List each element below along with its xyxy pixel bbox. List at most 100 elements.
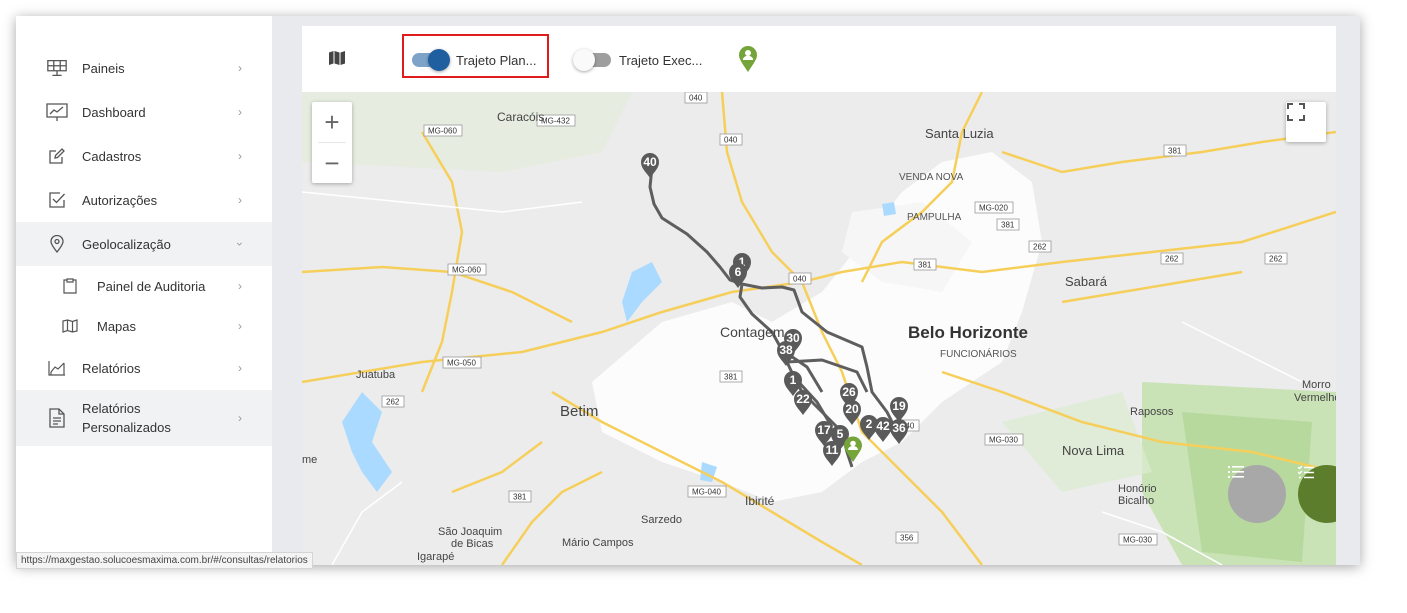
marker-label: 11	[826, 443, 839, 457]
map-label: Mário Campos	[562, 537, 634, 549]
sidebar-item-relatorios-personalizados[interactable]: Relatórios Personalizados ›	[16, 390, 272, 446]
toggle-switch[interactable]	[573, 49, 611, 71]
sidebar-item-autorizacoes[interactable]: Autorizações ›	[16, 178, 272, 222]
map-canvas: MG-060 MG-432 040 040 MG-060 MG-020 381 …	[302, 92, 1336, 565]
marker-label: 2	[866, 417, 873, 431]
report-chart-icon	[46, 357, 68, 379]
map-label: Ibirité	[745, 494, 775, 508]
map-view[interactable]: MG-060 MG-432 040 040 MG-060 MG-020 381 …	[302, 92, 1336, 565]
map-label: Morro	[1302, 379, 1331, 391]
app-window: Paineis › Dashboard › Cadastros › Autori…	[16, 16, 1360, 565]
marker-label: 17	[817, 423, 831, 437]
user-location-icon[interactable]	[738, 45, 758, 78]
map-icon	[62, 315, 78, 337]
map-label: Nova Lima	[1062, 443, 1125, 458]
road-shield: 262	[1269, 255, 1283, 264]
sidebar-item-dashboard[interactable]: Dashboard ›	[16, 90, 272, 134]
road-shield: MG-060	[428, 127, 457, 136]
marker-label: 19	[892, 399, 906, 413]
toggle-label: Trajeto Plan...	[456, 52, 537, 68]
sidebar-item-label: Paineis	[82, 60, 125, 76]
road-shield: 381	[1168, 147, 1182, 156]
toggle-trajeto-planejado[interactable]: Trajeto Plan...	[412, 49, 536, 71]
map-label: Belo Horizonte	[908, 323, 1028, 342]
map-icon[interactable]	[328, 50, 348, 68]
checkbox-icon	[46, 189, 68, 211]
marker-label: 22	[796, 392, 810, 406]
chevron-down-icon: ›	[233, 242, 247, 246]
map-label: Honório	[1118, 483, 1157, 495]
map-label: Sabará	[1065, 274, 1108, 289]
map-label: Betim	[560, 403, 598, 420]
road-shield: 040	[689, 94, 703, 103]
map-label: Contagem	[720, 324, 785, 340]
zoom-in-button[interactable]: +	[312, 102, 352, 142]
sidebar-item-paineis[interactable]: Paineis ›	[16, 46, 272, 90]
road-shield: 262	[1165, 255, 1179, 264]
list-icon	[1228, 466, 1244, 478]
fullscreen-button[interactable]	[1286, 102, 1326, 142]
road-shield: 356	[900, 534, 914, 543]
chevron-right-icon: ›	[238, 193, 242, 207]
map-label: VENDA NOVA	[899, 172, 964, 183]
road-shield: 381	[513, 493, 527, 502]
road-shield: MG-050	[447, 359, 476, 368]
marker-label: 38	[779, 343, 793, 357]
map-label: Sarzedo	[641, 514, 682, 526]
map-label: de Bicas	[451, 538, 494, 550]
chevron-right-icon: ›	[238, 319, 242, 333]
road-shield: 262	[386, 398, 400, 407]
toggle-label: Trajeto Exec...	[619, 52, 703, 68]
chevron-right-icon: ›	[238, 279, 242, 293]
solar-panel-icon	[46, 57, 68, 79]
marker-label: 6	[735, 265, 742, 279]
road-shield: MG-030	[989, 436, 1018, 445]
marker-label: 42	[876, 419, 890, 433]
zoom-out-button[interactable]: −	[312, 143, 352, 183]
road-shield: 262	[1033, 243, 1047, 252]
map-label: Igarapé	[417, 551, 454, 563]
sidebar: Paineis › Dashboard › Cadastros › Autori…	[16, 16, 272, 565]
toggle-trajeto-executado[interactable]: Trajeto Exec...	[573, 49, 703, 71]
list-fab-button[interactable]	[1228, 465, 1286, 523]
marker-label: 36	[892, 421, 906, 435]
road-shield: 381	[918, 261, 932, 270]
sidebar-item-label: Painel de Auditoria	[97, 278, 206, 294]
toggle-switch[interactable]	[412, 49, 450, 71]
sidebar-item-geolocalizacao[interactable]: Geolocalização ›	[16, 222, 272, 266]
map-label: PAMPULHA	[907, 212, 962, 223]
chevron-right-icon: ›	[238, 149, 242, 163]
marker-label: 5	[837, 427, 844, 441]
fullscreen-icon	[1287, 103, 1305, 121]
sidebar-item-mapas[interactable]: Mapas ›	[16, 306, 272, 346]
sidebar-item-label: Autorizações	[82, 192, 158, 208]
map-label: me	[302, 454, 317, 466]
location-pin-icon	[46, 233, 68, 255]
road-shield: MG-030	[1123, 536, 1152, 545]
sidebar-item-label: Relatórios	[82, 360, 141, 376]
chevron-right-icon: ›	[238, 361, 242, 375]
road-shield: MG-020	[979, 204, 1008, 213]
road-shield: 381	[724, 373, 738, 382]
sidebar-item-label: Geolocalização	[82, 236, 171, 252]
road-shield: 381	[1001, 221, 1015, 230]
map-label: São Joaquim	[438, 526, 502, 538]
marker-label: 26	[842, 385, 856, 399]
edit-icon	[46, 145, 68, 167]
road-shield: MG-432	[541, 117, 570, 126]
map-label: Caracóis	[497, 110, 544, 124]
sidebar-item-relatorios[interactable]: Relatórios ›	[16, 346, 272, 390]
chevron-right-icon: ›	[238, 411, 242, 425]
map-label: Santa Luzia	[925, 126, 994, 141]
chevron-right-icon: ›	[238, 105, 242, 119]
road-shield: 040	[793, 275, 807, 284]
sidebar-item-label: Cadastros	[82, 148, 142, 164]
map-label: Juatuba	[356, 369, 396, 381]
sidebar-item-cadastros[interactable]: Cadastros ›	[16, 134, 272, 178]
sidebar-item-label: Relatórios Personalizados	[82, 401, 171, 435]
road-shield: 040	[724, 136, 738, 145]
road-shield: MG-040	[692, 488, 721, 497]
sidebar-item-painel-auditoria[interactable]: Painel de Auditoria ›	[16, 266, 272, 306]
presentation-chart-icon	[46, 101, 68, 123]
zoom-control: + −	[312, 102, 352, 183]
